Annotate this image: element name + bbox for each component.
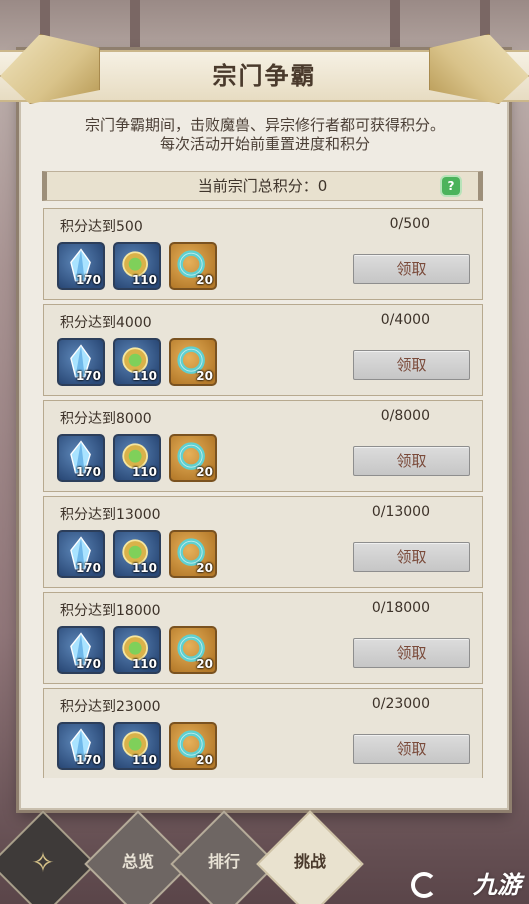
tier-threshold-label: 积分达到8000	[60, 411, 152, 427]
tier-progress: 0/4000	[380, 312, 430, 328]
tier-threshold-label: 积分达到23000	[60, 699, 161, 715]
tier-threshold-label: 积分达到500	[60, 219, 143, 235]
tier-progress: 0/18000	[371, 600, 430, 616]
reward-item[interactable]: 110	[113, 530, 161, 578]
reward-item[interactable]: 20	[169, 722, 217, 770]
reward-item[interactable]: 110	[113, 722, 161, 770]
reward-tier-row: 积分达到13000 0/13000 170 110 20 领取	[43, 496, 483, 588]
reward-quantity: 110	[131, 657, 157, 671]
reward-quantity: 20	[196, 753, 213, 767]
reward-tier-row: 积分达到18000 0/18000 170 110 20 领取	[43, 592, 483, 684]
claim-button[interactable]: 领取	[353, 350, 470, 380]
reward-tier-row: 积分达到23000 0/23000 170 110 20 领取	[43, 688, 483, 778]
claim-button[interactable]: 领取	[353, 638, 470, 668]
tier-progress: 0/500	[389, 216, 430, 232]
claim-button[interactable]: 领取	[353, 446, 470, 476]
tier-threshold-label: 积分达到18000	[60, 603, 161, 619]
reward-item[interactable]: 20	[169, 626, 217, 674]
reward-quantity: 170	[75, 561, 101, 575]
reward-quantity: 170	[75, 273, 101, 287]
reward-tier-row: 积分达到4000 0/4000 170 110 20 领取	[43, 304, 483, 396]
tier-progress: 0/23000	[371, 696, 430, 712]
reward-quantity: 170	[75, 465, 101, 479]
reward-item[interactable]: 20	[169, 242, 217, 290]
reward-tier-list[interactable]: 积分达到500 0/500 170 110 20 领取 积分达到4000 0/4000 170 1…	[40, 208, 486, 778]
page-title: 宗门争霸	[212, 61, 317, 90]
claim-button[interactable]: 领取	[353, 734, 470, 764]
reward-quantity: 170	[75, 657, 101, 671]
reward-item[interactable]: 20	[169, 434, 217, 482]
reward-quantity: 110	[131, 465, 157, 479]
reward-quantity: 110	[131, 753, 157, 767]
reward-item[interactable]: 110	[113, 242, 161, 290]
reward-item[interactable]: 20	[169, 338, 217, 386]
tab-challenge-label: 挑战	[293, 852, 326, 871]
reward-item[interactable]: 20	[169, 530, 217, 578]
reward-item[interactable]: 170	[57, 722, 105, 770]
reward-quantity: 110	[131, 273, 157, 287]
reward-item[interactable]: 170	[57, 338, 105, 386]
claim-button[interactable]: 领取	[353, 542, 470, 572]
tier-threshold-label: 积分达到13000	[60, 507, 161, 523]
total-score-label: 当前宗门总积分：0	[197, 177, 328, 195]
tab-overview-label: 总览	[121, 852, 154, 871]
total-score-bar: 当前宗门总积分：0 ?	[42, 171, 483, 201]
watermark-logo-icon	[411, 872, 437, 898]
title-banner: 宗门争霸	[0, 34, 529, 104]
reward-item[interactable]: 170	[57, 626, 105, 674]
reward-item[interactable]: 170	[57, 530, 105, 578]
tier-threshold-label: 积分达到4000	[60, 315, 152, 331]
tier-progress: 0/13000	[371, 504, 430, 520]
home-icon: ✧	[31, 846, 55, 879]
reward-quantity: 20	[196, 465, 213, 479]
reward-item[interactable]: 170	[57, 242, 105, 290]
watermark-text: 九游	[473, 871, 521, 899]
reward-quantity: 170	[75, 753, 101, 767]
reward-quantity: 170	[75, 369, 101, 383]
reward-quantity: 20	[196, 657, 213, 671]
reward-item[interactable]: 110	[113, 626, 161, 674]
reward-item[interactable]: 110	[113, 434, 161, 482]
event-description: 宗门争霸期间，击败魔兽、异宗修行者都可获得积分。 每次活动开始前重置进度和积分	[84, 116, 445, 153]
reward-tier-row: 积分达到500 0/500 170 110 20 领取	[43, 208, 483, 300]
reward-quantity: 20	[196, 561, 213, 575]
claim-button[interactable]: 领取	[353, 254, 470, 284]
reward-item[interactable]: 170	[57, 434, 105, 482]
reward-tier-row: 积分达到8000 0/8000 170 110 20 领取	[43, 400, 483, 492]
tab-ranking-label: 排行	[207, 852, 240, 871]
reward-quantity: 110	[131, 561, 157, 575]
tier-progress: 0/8000	[380, 408, 430, 424]
reward-quantity: 110	[131, 369, 157, 383]
help-icon[interactable]: ?	[442, 177, 460, 195]
reward-item[interactable]: 110	[113, 338, 161, 386]
reward-quantity: 20	[196, 273, 213, 287]
reward-quantity: 20	[196, 369, 213, 383]
